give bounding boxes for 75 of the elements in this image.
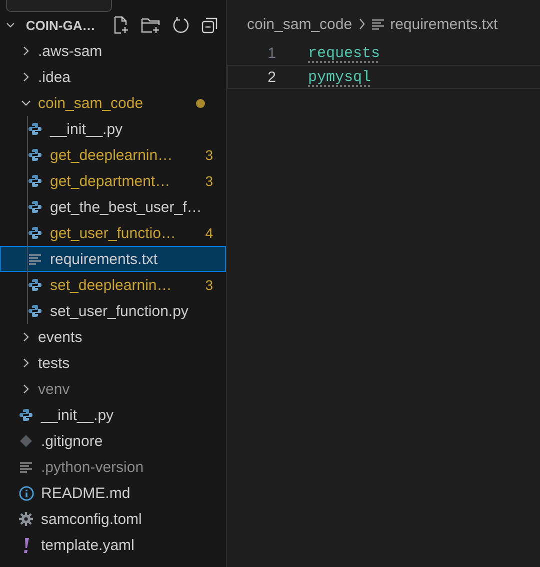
text-lines-icon: [29, 254, 41, 264]
python-icon: [28, 148, 42, 162]
file-name: __init__.py: [50, 120, 124, 138]
folder-row[interactable]: tests: [0, 350, 226, 376]
file-name: get_department…: [50, 172, 172, 190]
text-lines-icon: [20, 462, 32, 472]
code-text: requests: [308, 44, 380, 62]
info-icon: [18, 486, 34, 500]
gear-icon: [19, 512, 33, 526]
file-row[interactable]: __init__.py: [0, 402, 226, 428]
file-name: set_user_function.py: [50, 302, 190, 320]
file-row[interactable]: template.yaml: [0, 532, 226, 558]
problem-count: 3: [205, 173, 213, 189]
chevron-right-icon[interactable]: [21, 46, 31, 56]
python-icon: [28, 226, 42, 240]
file-row[interactable]: set_user_function.py: [0, 298, 226, 324]
file-row[interactable]: get_user_functio… 4: [0, 220, 226, 246]
breadcrumb-item[interactable]: requirements.txt: [390, 16, 498, 32]
file-row[interactable]: get_department… 3: [0, 168, 226, 194]
python-icon: [28, 200, 42, 214]
file-name: .python-version: [41, 458, 145, 476]
file-name: __init__.py: [41, 406, 115, 424]
problem-count: 3: [205, 147, 213, 163]
breadcrumb-item[interactable]: coin_sam_code: [247, 16, 352, 32]
file-row[interactable]: set_deeplearnin… 3: [0, 272, 226, 298]
code-text: pymysql: [308, 68, 372, 86]
folder-row[interactable]: venv: [0, 376, 226, 402]
python-icon: [19, 408, 33, 422]
problem-count: 4: [205, 225, 213, 241]
folder-row[interactable]: .idea: [0, 64, 226, 90]
file-name: requirements.txt: [50, 250, 159, 268]
file-name: set_deeplearnin…: [50, 276, 173, 294]
file-row[interactable]: README.md: [0, 480, 226, 506]
line-number: 1: [266, 44, 276, 62]
diamond-icon: [20, 435, 32, 447]
file-row[interactable]: get_the_best_user_f…: [0, 194, 226, 220]
file-name: get_user_functio…: [50, 224, 177, 242]
refresh-button[interactable]: [170, 14, 190, 36]
file-row[interactable]: samconfig.toml: [0, 506, 226, 532]
file-row[interactable]: .python-version: [0, 454, 226, 480]
exclamation-icon: [23, 538, 29, 552]
chevron-down-icon[interactable]: [21, 98, 31, 108]
folder-name: tests: [38, 354, 71, 372]
file-row[interactable]: .gitignore: [0, 428, 226, 454]
file-row[interactable]: requirements.txt: [0, 246, 226, 272]
explorer-title: COIN-GA…: [26, 18, 96, 32]
python-icon: [28, 122, 42, 136]
line-number: 2: [266, 68, 276, 86]
chevron-right-icon[interactable]: [21, 358, 31, 368]
folder-name: events: [38, 328, 84, 346]
chevron-down-icon[interactable]: [6, 20, 15, 30]
problem-count: 3: [205, 277, 213, 293]
folder-name: .idea: [38, 68, 72, 86]
file-name: get_the_best_user_f…: [50, 198, 203, 216]
chevron-right-icon: [358, 18, 366, 30]
folder-name: venv: [38, 380, 71, 398]
python-icon: [28, 174, 42, 188]
folder-row[interactable]: .aws-sam: [0, 38, 226, 64]
folder-row[interactable]: events: [0, 324, 226, 350]
file-row[interactable]: __init__.py: [0, 116, 226, 142]
folder-name: .aws-sam: [38, 42, 104, 60]
chevron-right-icon[interactable]: [21, 72, 31, 82]
folder-name: coin_sam_code: [38, 94, 144, 112]
file-name: samconfig.toml: [41, 510, 143, 528]
file-name: README.md: [41, 484, 132, 502]
file-name: get_deeplearnin…: [50, 146, 174, 164]
text-lines-icon: [372, 18, 384, 30]
chevron-right-icon[interactable]: [21, 384, 31, 394]
folder-row[interactable]: coin_sam_code: [0, 90, 226, 116]
file-row[interactable]: get_deeplearnin… 3: [0, 142, 226, 168]
python-icon: [28, 278, 42, 292]
file-name: .gitignore: [41, 432, 104, 450]
chevron-right-icon[interactable]: [21, 332, 31, 342]
file-name: template.yaml: [41, 536, 136, 554]
python-icon: [28, 304, 42, 318]
